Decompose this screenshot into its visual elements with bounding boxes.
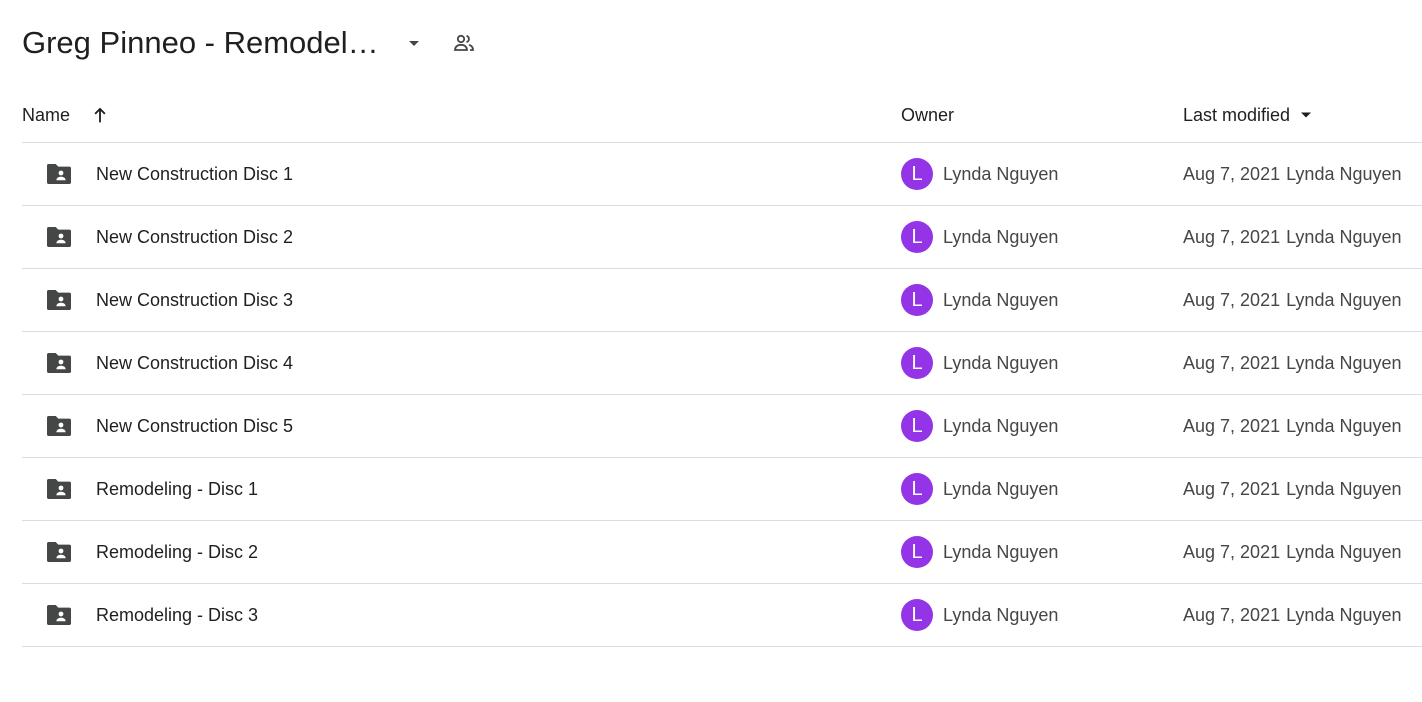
avatar: L: [901, 158, 933, 190]
modified-by: Lynda Nguyen: [1286, 604, 1402, 625]
file-name[interactable]: New Construction Disc 3: [96, 269, 293, 331]
shared-folder-icon: [44, 269, 74, 331]
file-name[interactable]: New Construction Disc 5: [96, 395, 293, 457]
table-row[interactable]: Remodeling - Disc 1 L Lynda Nguyen Aug 7…: [22, 458, 1422, 521]
table-row[interactable]: New Construction Disc 1 L Lynda Nguyen A…: [22, 143, 1422, 206]
owner-cell: L Lynda Nguyen: [901, 332, 1058, 394]
shared-folder-icon: [44, 521, 74, 583]
avatar: L: [901, 284, 933, 316]
owner-cell: L Lynda Nguyen: [901, 584, 1058, 646]
table-row[interactable]: New Construction Disc 5 L Lynda Nguyen A…: [22, 395, 1422, 458]
table-row[interactable]: New Construction Disc 4 L Lynda Nguyen A…: [22, 332, 1422, 395]
owner-cell: L Lynda Nguyen: [901, 395, 1058, 457]
arrow-drop-down-icon[interactable]: [396, 25, 432, 61]
owner-cell: L Lynda Nguyen: [901, 143, 1058, 205]
owner-cell: L Lynda Nguyen: [901, 458, 1058, 520]
modified-date: Aug 7, 2021: [1183, 289, 1281, 310]
owner-name: Lynda Nguyen: [943, 352, 1059, 373]
owner-cell: L Lynda Nguyen: [901, 206, 1058, 268]
arrow-upward-icon[interactable]: [84, 99, 116, 131]
avatar: L: [901, 473, 933, 505]
file-name[interactable]: New Construction Disc 2: [96, 206, 293, 268]
owner-name: Lynda Nguyen: [943, 415, 1059, 436]
file-name[interactable]: New Construction Disc 1: [96, 143, 293, 205]
avatar: L: [901, 536, 933, 568]
modified-date: Aug 7, 2021: [1183, 226, 1281, 247]
avatar: L: [901, 410, 933, 442]
last-modified-cell: Aug 7, 2021 Lynda Nguyen: [1183, 143, 1402, 205]
modified-by: Lynda Nguyen: [1286, 541, 1402, 562]
table-row[interactable]: New Construction Disc 3 L Lynda Nguyen A…: [22, 269, 1422, 332]
column-header-last-modified-label: Last modified: [1183, 104, 1291, 125]
column-header-name-label: Name: [22, 104, 71, 125]
avatar: L: [901, 347, 933, 379]
arrow-drop-down-icon[interactable]: [1296, 105, 1316, 125]
shared-folder-icon: [44, 143, 74, 205]
modified-by: Lynda Nguyen: [1286, 289, 1402, 310]
modified-date: Aug 7, 2021: [1183, 478, 1281, 499]
folder-title[interactable]: Greg Pinneo - Remodeling: [22, 20, 384, 66]
file-list: Name Owner Last modified New Constructio…: [22, 88, 1422, 647]
modified-by: Lynda Nguyen: [1286, 415, 1402, 436]
last-modified-cell: Aug 7, 2021 Lynda Nguyen: [1183, 395, 1402, 457]
owner-name: Lynda Nguyen: [943, 289, 1059, 310]
file-name[interactable]: Remodeling - Disc 3: [96, 584, 258, 646]
shared-folder-icon: [44, 332, 74, 394]
last-modified-cell: Aug 7, 2021 Lynda Nguyen: [1183, 584, 1402, 646]
file-name[interactable]: New Construction Disc 4: [96, 332, 293, 394]
modified-by: Lynda Nguyen: [1286, 352, 1402, 373]
owner-cell: L Lynda Nguyen: [901, 269, 1058, 331]
people-icon: [446, 25, 482, 61]
avatar: L: [901, 599, 933, 631]
column-header-name[interactable]: Name: [22, 88, 116, 142]
folder-header: Greg Pinneo - Remodeling: [22, 20, 482, 66]
file-list-header: Name Owner Last modified: [22, 88, 1422, 143]
owner-name: Lynda Nguyen: [943, 478, 1059, 499]
owner-name: Lynda Nguyen: [943, 604, 1059, 625]
table-row[interactable]: Remodeling - Disc 2 L Lynda Nguyen Aug 7…: [22, 521, 1422, 584]
modified-by: Lynda Nguyen: [1286, 226, 1402, 247]
last-modified-cell: Aug 7, 2021 Lynda Nguyen: [1183, 458, 1402, 520]
owner-name: Lynda Nguyen: [943, 226, 1059, 247]
file-name[interactable]: Remodeling - Disc 1: [96, 458, 258, 520]
shared-folder-icon: [44, 395, 74, 457]
drive-folder-view: Greg Pinneo - Remodeling Name Owner Last…: [0, 0, 1422, 702]
table-row[interactable]: New Construction Disc 2 L Lynda Nguyen A…: [22, 206, 1422, 269]
shared-folder-icon: [44, 206, 74, 268]
last-modified-cell: Aug 7, 2021 Lynda Nguyen: [1183, 269, 1402, 331]
last-modified-cell: Aug 7, 2021 Lynda Nguyen: [1183, 332, 1402, 394]
column-header-owner: Owner: [901, 104, 955, 125]
modified-date: Aug 7, 2021: [1183, 352, 1281, 373]
owner-name: Lynda Nguyen: [943, 541, 1059, 562]
column-header-last-modified[interactable]: Last modified: [1183, 88, 1316, 142]
owner-name: Lynda Nguyen: [943, 163, 1059, 184]
modified-date: Aug 7, 2021: [1183, 604, 1281, 625]
modified-by: Lynda Nguyen: [1286, 478, 1402, 499]
last-modified-cell: Aug 7, 2021 Lynda Nguyen: [1183, 521, 1402, 583]
modified-date: Aug 7, 2021: [1183, 163, 1281, 184]
shared-folder-icon: [44, 584, 74, 646]
modified-by: Lynda Nguyen: [1286, 163, 1402, 184]
avatar: L: [901, 221, 933, 253]
last-modified-cell: Aug 7, 2021 Lynda Nguyen: [1183, 206, 1402, 268]
file-rows: New Construction Disc 1 L Lynda Nguyen A…: [22, 143, 1422, 647]
modified-date: Aug 7, 2021: [1183, 415, 1281, 436]
modified-date: Aug 7, 2021: [1183, 541, 1281, 562]
owner-cell: L Lynda Nguyen: [901, 521, 1058, 583]
shared-folder-icon: [44, 458, 74, 520]
table-row[interactable]: Remodeling - Disc 3 L Lynda Nguyen Aug 7…: [22, 584, 1422, 647]
file-name[interactable]: Remodeling - Disc 2: [96, 521, 258, 583]
